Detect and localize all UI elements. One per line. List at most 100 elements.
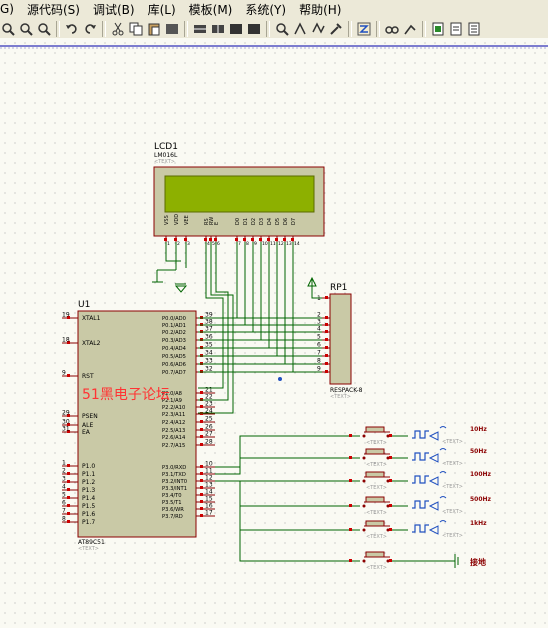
mcu-pin-number: 12 (205, 475, 213, 482)
zoom-out-icon[interactable] (18, 21, 34, 37)
menu-item-library[interactable]: 库(L) (148, 1, 176, 18)
toolbar-separator (422, 21, 426, 37)
pin-marker (251, 238, 254, 241)
wires (157, 242, 455, 562)
pin-marker (200, 405, 203, 408)
pin-marker (389, 456, 392, 459)
mcu-text: <TEXT> (78, 546, 99, 552)
mcu-pin-name: XTAL1 (82, 315, 101, 322)
cut-icon[interactable] (110, 21, 126, 37)
mcu-pin-number: 8 (62, 516, 66, 523)
lcd-ref: LCD1 (154, 142, 178, 152)
generator-text: <TEXT> (442, 533, 463, 539)
pin-marker (235, 238, 238, 241)
menu-item-template[interactable]: 模板(M) (189, 1, 233, 18)
make-device-icon[interactable] (274, 21, 290, 37)
square-wave-icon (412, 452, 429, 461)
block-move-icon[interactable] (192, 21, 208, 37)
block-rotate-icon[interactable] (210, 21, 226, 37)
lcd-pin-number: 7 (238, 241, 241, 247)
ground-label: 接地 (470, 557, 486, 567)
rp-pin-number: 6 (317, 342, 321, 349)
pin-marker (243, 238, 246, 241)
mcu-pin-name: PSEN (82, 413, 98, 420)
menu: G) 源代码(S) 调试(B) 库(L) 模板(M) 系统(Y) 帮助(H) (0, 0, 548, 18)
menu-item-help[interactable]: 帮助(H) (299, 1, 341, 18)
generator-arrow-icon (428, 431, 439, 441)
switch-contact (362, 504, 366, 508)
pin-marker (389, 479, 392, 482)
pin-marker (389, 434, 392, 437)
packaging-tool-icon[interactable] (292, 21, 308, 37)
paste-icon[interactable] (146, 21, 162, 37)
pin-marker (349, 479, 352, 482)
zoom-area-icon[interactable] (36, 21, 52, 37)
block-delete-icon[interactable] (228, 21, 244, 37)
mcu-pin-name: P3.3/INT1 (162, 486, 187, 492)
design-explorer-icon[interactable] (402, 21, 418, 37)
generator-signal-icon (439, 496, 447, 499)
pin-marker (200, 435, 203, 438)
pin-marker (325, 338, 328, 341)
generator-arrow-icon (428, 525, 439, 535)
mcu-pin-name: P3.4/T0 (162, 493, 182, 499)
mcu-pin-name: P0.0/AD0 (162, 316, 186, 322)
delete-sheet-icon[interactable] (448, 21, 464, 37)
new-sheet-icon[interactable] (430, 21, 446, 37)
mcu-pin-number: 15 (205, 496, 213, 503)
generator-frequency-label: 100Hz (470, 471, 492, 478)
pin-marker (67, 472, 70, 475)
redo-icon[interactable] (82, 21, 98, 37)
lcd-component[interactable]: LCD1 LM016L <TEXT> VSS1VDD2VEE3RS4RW5E6D… (153, 142, 325, 247)
mcu-pin-name: ALE (82, 422, 93, 429)
mcu-component[interactable]: U1 AT89C51 <TEXT> 19 XTAL118 XTAL29 RST29 PS… (62, 300, 215, 552)
menu-item-system[interactable]: 系统(Y) (245, 1, 286, 18)
pushbutton-icon[interactable] (365, 520, 385, 527)
pin-marker (349, 528, 352, 531)
toolbar (0, 20, 548, 38)
mcu-ref: U1 (78, 300, 90, 310)
pushbutton-icon[interactable] (365, 471, 385, 478)
property-tool-icon[interactable] (384, 21, 400, 37)
mcu-pin-name: P1.0 (82, 463, 95, 470)
toolbar-separator (56, 21, 60, 37)
undo-icon[interactable] (64, 21, 80, 37)
schematic-canvas[interactable]: LCD1 LM016L <TEXT> VSS 1 VDD 2 VEE 3 RS 4 RW 5 E 6 D… (0, 38, 548, 628)
pin-marker (267, 238, 270, 241)
generator-frequency-label: 500Hz (470, 496, 492, 503)
menu-item-debug[interactable]: 调试(B) (93, 1, 135, 18)
respack-component[interactable]: RP1 RESPACK-8 <TEXT> 1 23456789 (317, 283, 363, 400)
menu-item-g[interactable]: G) (0, 2, 14, 16)
wire (198, 242, 238, 319)
copy-icon[interactable] (128, 21, 144, 37)
block-copy-icon[interactable] (164, 21, 180, 37)
mcu-pin-number: 39 (205, 312, 213, 319)
pin-marker (291, 238, 294, 241)
switch-contact (362, 479, 366, 483)
mcu-pin-number: 32 (205, 366, 213, 373)
mcu-pin-name: P3.5/T1 (162, 500, 182, 506)
switch-text: <TEXT> (366, 485, 387, 491)
zoom-in-icon[interactable] (0, 21, 16, 37)
pin-marker (259, 238, 262, 241)
pin-marker (349, 456, 352, 459)
pushbutton-icon[interactable] (365, 551, 385, 558)
mcu-pin-name: XTAL2 (82, 340, 101, 347)
wire-autoroute-icon[interactable] (328, 21, 344, 37)
pick-device-icon[interactable] (246, 21, 262, 37)
pushbutton-icon[interactable] (365, 496, 385, 503)
menu-item-source[interactable]: 源代码(S) (27, 1, 80, 18)
pin-marker (325, 296, 328, 299)
pin-marker (349, 504, 352, 507)
pushbutton-icon[interactable] (365, 426, 385, 433)
schematic-drawing: LCD1 LM016L <TEXT> VSS1VDD2VEE3RS4RW5E6D… (0, 45, 548, 571)
decompose-icon[interactable] (310, 21, 326, 37)
pushbutton-icon[interactable] (365, 448, 385, 455)
mcu-pin-name: P2.7/A15 (162, 443, 185, 449)
pin-marker (200, 479, 203, 482)
search-tag-icon[interactable] (356, 21, 372, 37)
lcd-text: <TEXT> (154, 159, 175, 165)
lcd-pin-number: 13 (286, 241, 292, 247)
bill-of-materials-icon[interactable] (466, 21, 482, 37)
rp-part: RESPACK-8 (330, 387, 363, 394)
